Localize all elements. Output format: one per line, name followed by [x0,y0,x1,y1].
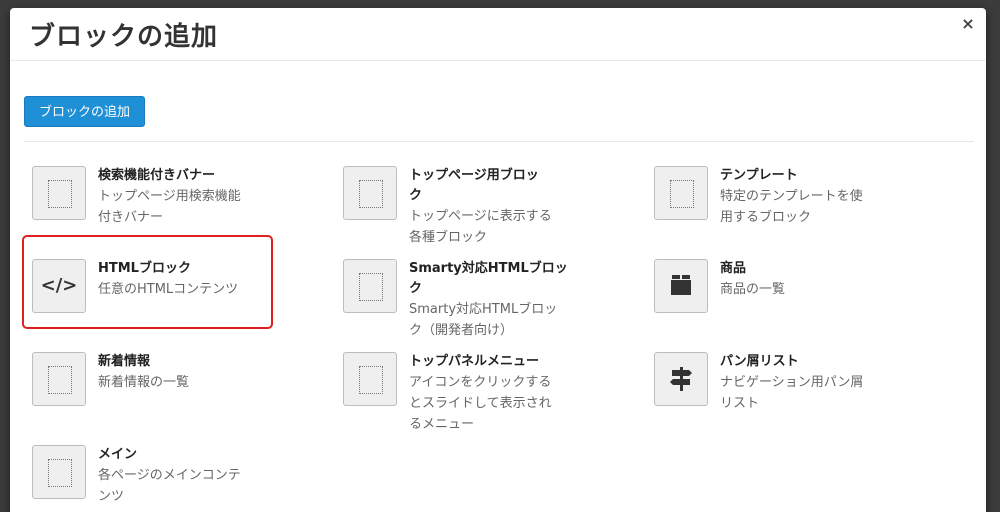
block-item-products[interactable]: 商品 商品の一覧 [654,259,954,349]
block-name: トップページ用ブロック [409,168,539,203]
block-description: トップページ用検索機能 付きバナー [98,189,241,225]
divider [24,141,974,142]
block-name: トップパネルメニュー [409,354,540,369]
block-name: 新着情報 [98,354,151,369]
block-item-top-panel-menu[interactable]: トップパネルメニュー アイコンをクリックする とスライドして表示され るメニュー [343,352,643,442]
block-item-toppage-block[interactable]: トップページ用ブロック トップページに表示する 各種ブロック [343,166,643,256]
box-icon [654,259,708,313]
block-item-news[interactable]: 新着情報 新着情報の一覧 [32,352,332,442]
block-description: 各ページのメインコンテ ンツ [98,468,241,504]
block-name: テンプレート [720,168,798,183]
dotted-square-icon [654,166,708,220]
block-description: 商品の一覧 [720,282,786,297]
block-description: 新着情報の一覧 [98,375,190,390]
block-description: 特定のテンプレートを使 用するブロック [720,189,863,225]
close-button[interactable]: × [958,14,978,34]
block-description: Smarty対応HTMLブロッ ク（開発者向け） [409,302,558,338]
block-description: アイコンをクリックする とスライドして表示され るメニュー [409,375,552,432]
block-description: トップページに表示する 各種ブロック [409,209,552,245]
dotted-square-icon [32,352,86,406]
modal-header: ブロックの追加 × [10,8,986,61]
block-item-smarty-html-block[interactable]: Smarty対応HTMLブロック Smarty対応HTMLブロッ ク（開発者向け） [343,259,643,349]
block-name: パン屑リスト [720,354,799,369]
dotted-square-icon [32,445,86,499]
block-item-breadcrumb[interactable]: パン屑リスト ナビゲーション用パン屑 リスト [654,352,954,442]
add-block-button[interactable]: ブロックの追加 [24,96,145,127]
signpost-icon [654,352,708,406]
block-item-main[interactable]: メイン 各ページのメインコンテ ンツ [32,445,332,512]
block-name: 商品 [720,261,747,276]
block-item-template[interactable]: テンプレート 特定のテンプレートを使 用するブロック [654,166,954,256]
block-name: 検索機能付きバナー [98,168,216,183]
block-description: ナビゲーション用パン屑 リスト [720,375,864,411]
dotted-square-icon [343,259,397,313]
add-block-modal: ブロックの追加 × ブロックの追加 検索機能付きバナー トップページ用検索機能付… [10,8,986,512]
dotted-square-icon [32,166,86,220]
block-name: メイン [98,447,138,462]
dotted-square-icon [343,166,397,220]
dotted-square-icon [343,352,397,406]
modal-title: ブロックの追加 [29,22,219,52]
highlight-box [22,235,273,329]
block-name: Smarty対応HTMLブロック [409,261,568,296]
